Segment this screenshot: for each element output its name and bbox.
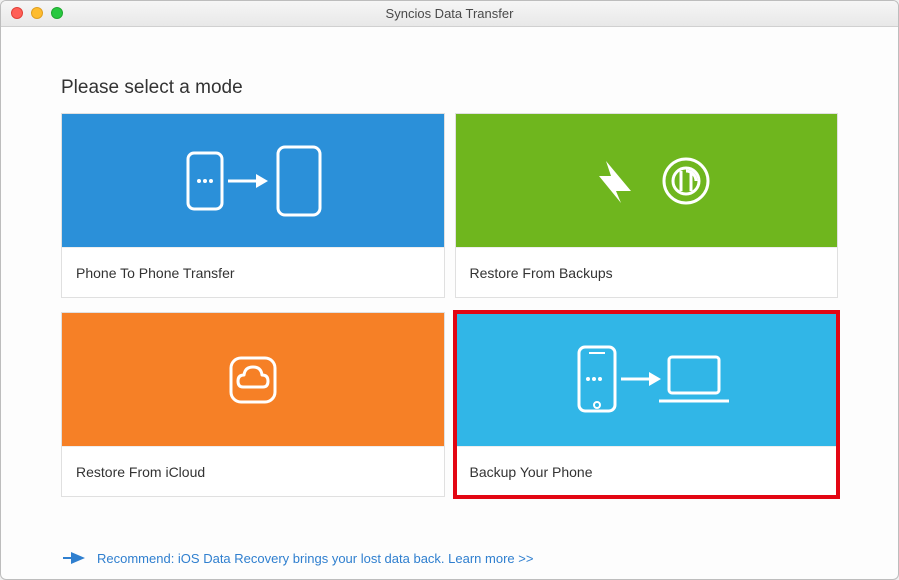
card-label: Backup Your Phone <box>456 446 838 496</box>
card-label: Phone To Phone Transfer <box>62 247 444 297</box>
icloud-icon <box>213 340 293 420</box>
recommend-text: Recommend: iOS Data Recovery brings your… <box>97 551 533 566</box>
maximize-icon[interactable] <box>51 7 63 19</box>
card-label: Restore From Backups <box>456 247 838 297</box>
mode-grid: Phone To Phone Transfer Restore From Bac… <box>61 113 838 497</box>
window-controls <box>11 7 63 19</box>
restore-backups-icon <box>561 141 731 221</box>
content-area: Please select a mode Phone To Phone Tran… <box>1 27 898 579</box>
window-title: Syncios Data Transfer <box>386 6 514 21</box>
phone-to-phone-icon <box>178 141 328 221</box>
minimize-icon[interactable] <box>31 7 43 19</box>
page-heading: Please select a mode <box>61 77 838 99</box>
app-window: Syncios Data Transfer Please select a mo… <box>0 0 899 580</box>
close-icon[interactable] <box>11 7 23 19</box>
card-icon-area <box>62 313 444 446</box>
backup-phone-icon <box>561 335 731 425</box>
card-label: Restore From iCloud <box>62 446 444 496</box>
pointing-hand-icon <box>61 547 87 569</box>
card-icon-area <box>456 114 838 247</box>
recommend-link[interactable]: Recommend: iOS Data Recovery brings your… <box>61 547 838 569</box>
card-restore-backups[interactable]: Restore From Backups <box>455 113 839 298</box>
card-phone-to-phone[interactable]: Phone To Phone Transfer <box>61 113 445 298</box>
card-restore-icloud[interactable]: Restore From iCloud <box>61 312 445 497</box>
card-icon-area <box>456 313 838 446</box>
titlebar: Syncios Data Transfer <box>1 1 898 27</box>
card-icon-area <box>62 114 444 247</box>
card-backup-phone[interactable]: Backup Your Phone <box>455 312 839 497</box>
